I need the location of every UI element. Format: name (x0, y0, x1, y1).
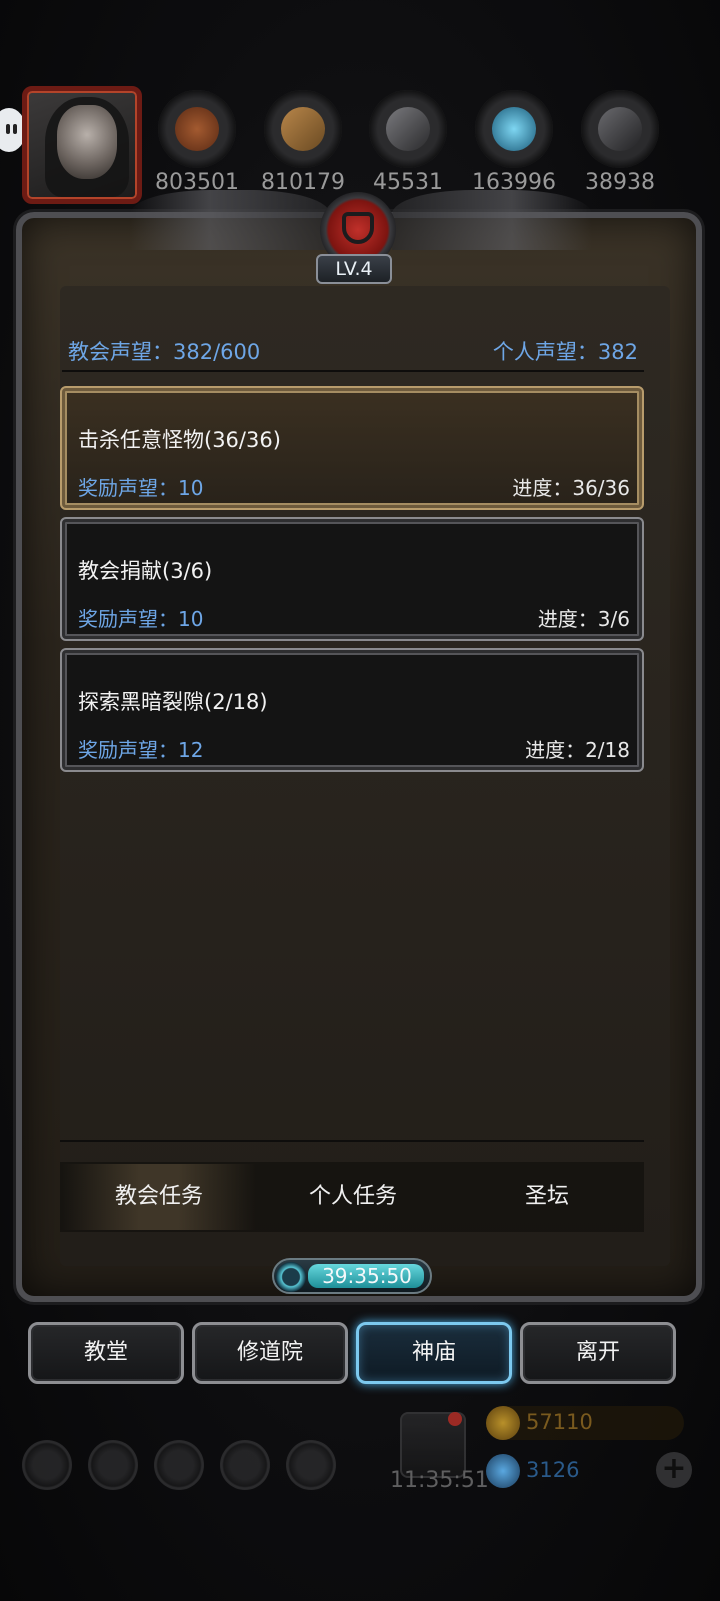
leave-button[interactable]: 离开 (520, 1322, 676, 1384)
church-reputation: 教会声望：382/600 (68, 340, 261, 364)
resource-wood-ore-icon[interactable] (158, 90, 236, 168)
task-progress: 进度：3/6 (537, 607, 630, 631)
temple-button[interactable]: 神庙 (356, 1322, 512, 1384)
task-card-explore-rift[interactable]: 探索黑暗裂隙(2/18) 奖励声望：12 进度：2/18 (60, 648, 644, 772)
tab-church-tasks[interactable]: 教会任务 (62, 1164, 256, 1230)
task-card-church-donation[interactable]: 教会捐献(3/6) 奖励声望：10 进度：3/6 (60, 517, 644, 641)
mail-icon[interactable] (220, 1440, 270, 1490)
task-progress: 进度：2/18 (525, 738, 630, 762)
resource-stone-icon[interactable] (581, 90, 659, 168)
task-reward: 奖励声望：10 (78, 476, 204, 500)
guild-icon[interactable] (154, 1440, 204, 1490)
map-icon[interactable] (286, 1440, 336, 1490)
avatar-face (57, 105, 117, 179)
task-title: 探索黑暗裂隙(2/18) (78, 690, 268, 714)
personal-reputation: 个人声望：382 (492, 340, 638, 364)
quest-icon[interactable] (88, 1440, 138, 1490)
add-icon[interactable]: + (656, 1452, 692, 1488)
gem-icon (486, 1454, 520, 1488)
settings-icon[interactable] (22, 1440, 72, 1490)
divider (62, 370, 644, 372)
notification-dot (448, 1412, 462, 1426)
right-wing-ornament (392, 190, 592, 250)
task-reward: 奖励声望：12 (78, 738, 204, 762)
tab-altar[interactable]: 圣坛 (450, 1164, 644, 1230)
church-button[interactable]: 教堂 (28, 1322, 184, 1384)
resource-iron-icon[interactable] (369, 90, 447, 168)
timer-text: 39:35:50 (322, 1264, 412, 1288)
task-progress: 进度：36/36 (512, 476, 630, 500)
avatar[interactable] (22, 86, 142, 204)
countdown-timer: 39:35:50 (272, 1258, 432, 1294)
tabs-divider (60, 1140, 644, 1142)
gem-value: 3126 (526, 1458, 580, 1482)
gold-value: 57110 (526, 1410, 593, 1434)
left-wing-ornament (130, 190, 330, 250)
task-title: 击杀任意怪物(36/36) (78, 428, 281, 452)
task-title: 教会捐献(3/6) (78, 559, 213, 583)
monastery-button[interactable]: 修道院 (192, 1322, 348, 1384)
task-reward: 奖励声望：10 (78, 607, 204, 631)
resource-stone-value: 38938 (585, 170, 655, 195)
resource-timber-icon[interactable] (264, 90, 342, 168)
task-card-kill-monsters[interactable]: 击杀任意怪物(36/36) 奖励声望：10 进度：36/36 (60, 386, 644, 510)
bottom-clock: 11:35:51 (390, 1468, 489, 1493)
tab-personal-tasks[interactable]: 个人任务 (256, 1164, 450, 1230)
level-badge: LV.4 (316, 254, 392, 284)
clock-icon (276, 1262, 306, 1292)
gold-coin-icon (486, 1406, 520, 1440)
resource-crystal-icon[interactable] (475, 90, 553, 168)
